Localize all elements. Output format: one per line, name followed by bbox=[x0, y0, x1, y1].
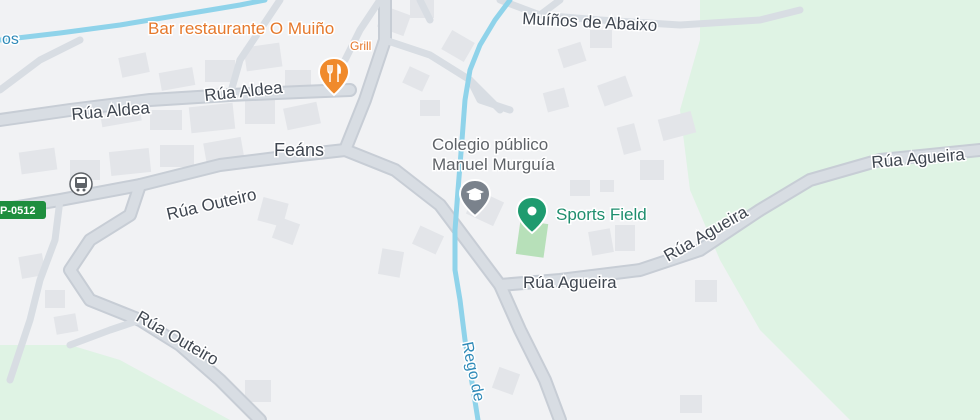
map-canvas[interactable]: Muíños de Abaixo Rúa Aldea Rúa Aldea Rúa… bbox=[0, 0, 980, 420]
poi-sports-field-name: Sports Field bbox=[556, 205, 647, 224]
place-label: Feáns bbox=[274, 140, 324, 160]
poi-school-name-2: Manuel Murguía bbox=[432, 155, 555, 174]
bus-stop[interactable] bbox=[69, 172, 93, 196]
poi-restaurant-name: Bar restaurante O Muiño bbox=[148, 19, 334, 38]
road-shield-label: P-0512 bbox=[0, 205, 35, 217]
street-label-edge: os bbox=[2, 31, 19, 48]
poi-school-name-1: Colegio público bbox=[432, 135, 548, 154]
street-label-agueira-1: Rúa Agueira bbox=[523, 273, 617, 292]
road-shield: P-0512 bbox=[0, 201, 46, 219]
poi-restaurant-category: Grill bbox=[350, 39, 371, 53]
